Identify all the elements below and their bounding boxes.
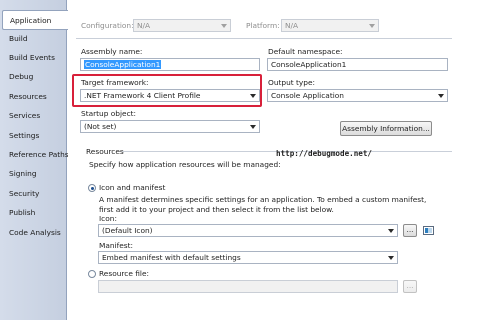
target-framework-label: Target framework: bbox=[81, 78, 149, 87]
startup-object-value: (Not set) bbox=[84, 122, 117, 131]
configuration-label: Configuration: bbox=[81, 21, 134, 30]
manifest-help-text: A manifest determines specific settings … bbox=[99, 195, 427, 214]
platform-label: Platform: bbox=[246, 21, 280, 30]
tab-resources[interactable]: Resources bbox=[2, 87, 66, 106]
tab-code-analysis[interactable]: Code Analysis bbox=[2, 223, 66, 242]
resource-file-browse-button[interactable]: ... bbox=[403, 280, 417, 293]
resource-file-radio[interactable] bbox=[88, 270, 96, 278]
configuration-value: N/A bbox=[137, 21, 151, 30]
tab-reference-paths[interactable]: Reference Paths bbox=[2, 145, 69, 164]
icon-browse-button[interactable]: ... bbox=[403, 224, 417, 237]
tab-security[interactable]: Security bbox=[2, 184, 66, 203]
project-properties-tabstrip: Application Build Build Events Debug Res… bbox=[0, 0, 69, 320]
output-type-select[interactable]: Console Application bbox=[267, 89, 448, 102]
resource-file-label: Resource file: bbox=[99, 269, 149, 278]
platform-value: N/A bbox=[285, 21, 299, 30]
icon-label: Icon: bbox=[99, 214, 117, 223]
tab-services[interactable]: Services bbox=[2, 106, 66, 125]
icon-preview-icon bbox=[423, 226, 434, 235]
assembly-name-value: ConsoleApplication1 bbox=[84, 60, 162, 69]
icon-value: (Default Icon) bbox=[102, 226, 153, 235]
assembly-name-input[interactable]: ConsoleApplication1 bbox=[80, 58, 260, 71]
chevron-down-icon bbox=[250, 125, 256, 129]
chevron-down-icon bbox=[438, 94, 444, 98]
configuration-select[interactable]: N/A bbox=[133, 19, 231, 32]
manifest-value: Embed manifest with default settings bbox=[102, 253, 241, 262]
resources-description: Specify how application resources will b… bbox=[89, 160, 281, 169]
icon-manifest-radio[interactable] bbox=[88, 184, 96, 192]
chevron-down-icon bbox=[388, 256, 394, 260]
icon-select[interactable]: (Default Icon) bbox=[98, 224, 398, 237]
resources-title: Resources bbox=[86, 147, 124, 156]
icon-manifest-label: Icon and manifest bbox=[99, 183, 166, 192]
watermark-text: http://debugmode.net/ bbox=[276, 149, 373, 158]
target-framework-value: .NET Framework 4 Client Profile bbox=[84, 91, 201, 100]
manifest-select[interactable]: Embed manifest with default settings bbox=[98, 251, 398, 264]
assembly-information-button[interactable]: Assembly Information... bbox=[340, 121, 432, 136]
manifest-label: Manifest: bbox=[99, 241, 134, 250]
tab-publish[interactable]: Publish bbox=[2, 203, 66, 222]
output-type-value: Console Application bbox=[271, 91, 344, 100]
chevron-down-icon bbox=[369, 24, 375, 28]
chevron-down-icon bbox=[388, 229, 394, 233]
startup-object-select[interactable]: (Not set) bbox=[80, 120, 260, 133]
tab-settings[interactable]: Settings bbox=[2, 126, 66, 145]
assembly-name-label: Assembly name: bbox=[81, 47, 143, 56]
platform-select[interactable]: N/A bbox=[281, 19, 379, 32]
chevron-down-icon bbox=[221, 24, 227, 28]
tab-debug[interactable]: Debug bbox=[2, 67, 66, 86]
tab-application[interactable]: Application bbox=[2, 10, 68, 30]
chevron-down-icon bbox=[250, 94, 256, 98]
divider bbox=[76, 38, 452, 39]
tab-build-events[interactable]: Build Events bbox=[2, 48, 66, 67]
default-namespace-label: Default namespace: bbox=[268, 47, 343, 56]
default-namespace-input[interactable]: ConsoleApplication1 bbox=[267, 58, 448, 71]
target-framework-select[interactable]: .NET Framework 4 Client Profile bbox=[80, 89, 260, 102]
tab-signing[interactable]: Signing bbox=[2, 164, 66, 183]
resource-file-input[interactable] bbox=[98, 280, 398, 293]
output-type-label: Output type: bbox=[268, 78, 316, 87]
tab-build[interactable]: Build bbox=[2, 29, 66, 48]
startup-object-label: Startup object: bbox=[81, 109, 137, 118]
default-namespace-value: ConsoleApplication1 bbox=[271, 60, 347, 69]
